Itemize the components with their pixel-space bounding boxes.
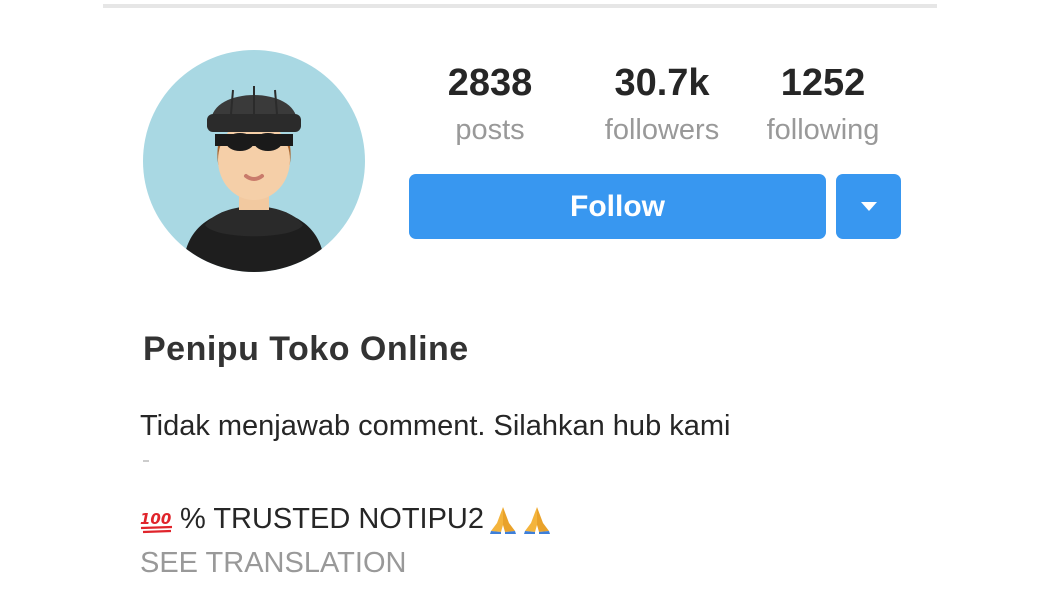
bio-line: Tidak menjawab comment. Silahkan hub kam… (140, 410, 731, 442)
svg-text:100: 100 (140, 510, 171, 528)
following-count: 1252 (780, 62, 866, 104)
top-divider (103, 4, 937, 8)
following-label: following (766, 114, 880, 146)
posts-count: 2838 (447, 62, 533, 104)
hundred-points-icon: 100 (140, 506, 174, 534)
followers-label: followers (604, 114, 720, 146)
see-translation-link[interactable]: SEE TRANSLATION (140, 547, 406, 580)
stat-posts[interactable]: 2838 posts (410, 60, 570, 150)
posts-label: posts (455, 114, 525, 146)
folded-hands-icon (522, 505, 552, 535)
profile-page: 2838 posts 30.7k followers 1252 followin… (0, 0, 1040, 600)
stat-followers[interactable]: 30.7k followers (578, 60, 746, 150)
suggestions-dropdown-button[interactable] (836, 174, 901, 239)
profile-stats: 2838 posts 30.7k followers 1252 followin… (410, 60, 900, 160)
avatar[interactable] (143, 50, 365, 272)
bio-divider (143, 460, 149, 462)
masked-thief-avatar-icon (183, 86, 325, 272)
caret-down-icon (860, 202, 877, 211)
stat-following[interactable]: 1252 following (744, 60, 902, 150)
bio-trusted-line: 100 % TRUSTED NOTIPU2 (140, 503, 552, 536)
folded-hands-icon (488, 505, 518, 535)
profile-name: Penipu Toko Online (143, 330, 469, 368)
followers-count: 30.7k (614, 62, 710, 104)
trusted-text: % TRUSTED NOTIPU2 (180, 503, 485, 535)
follow-button[interactable]: Follow (409, 174, 826, 239)
